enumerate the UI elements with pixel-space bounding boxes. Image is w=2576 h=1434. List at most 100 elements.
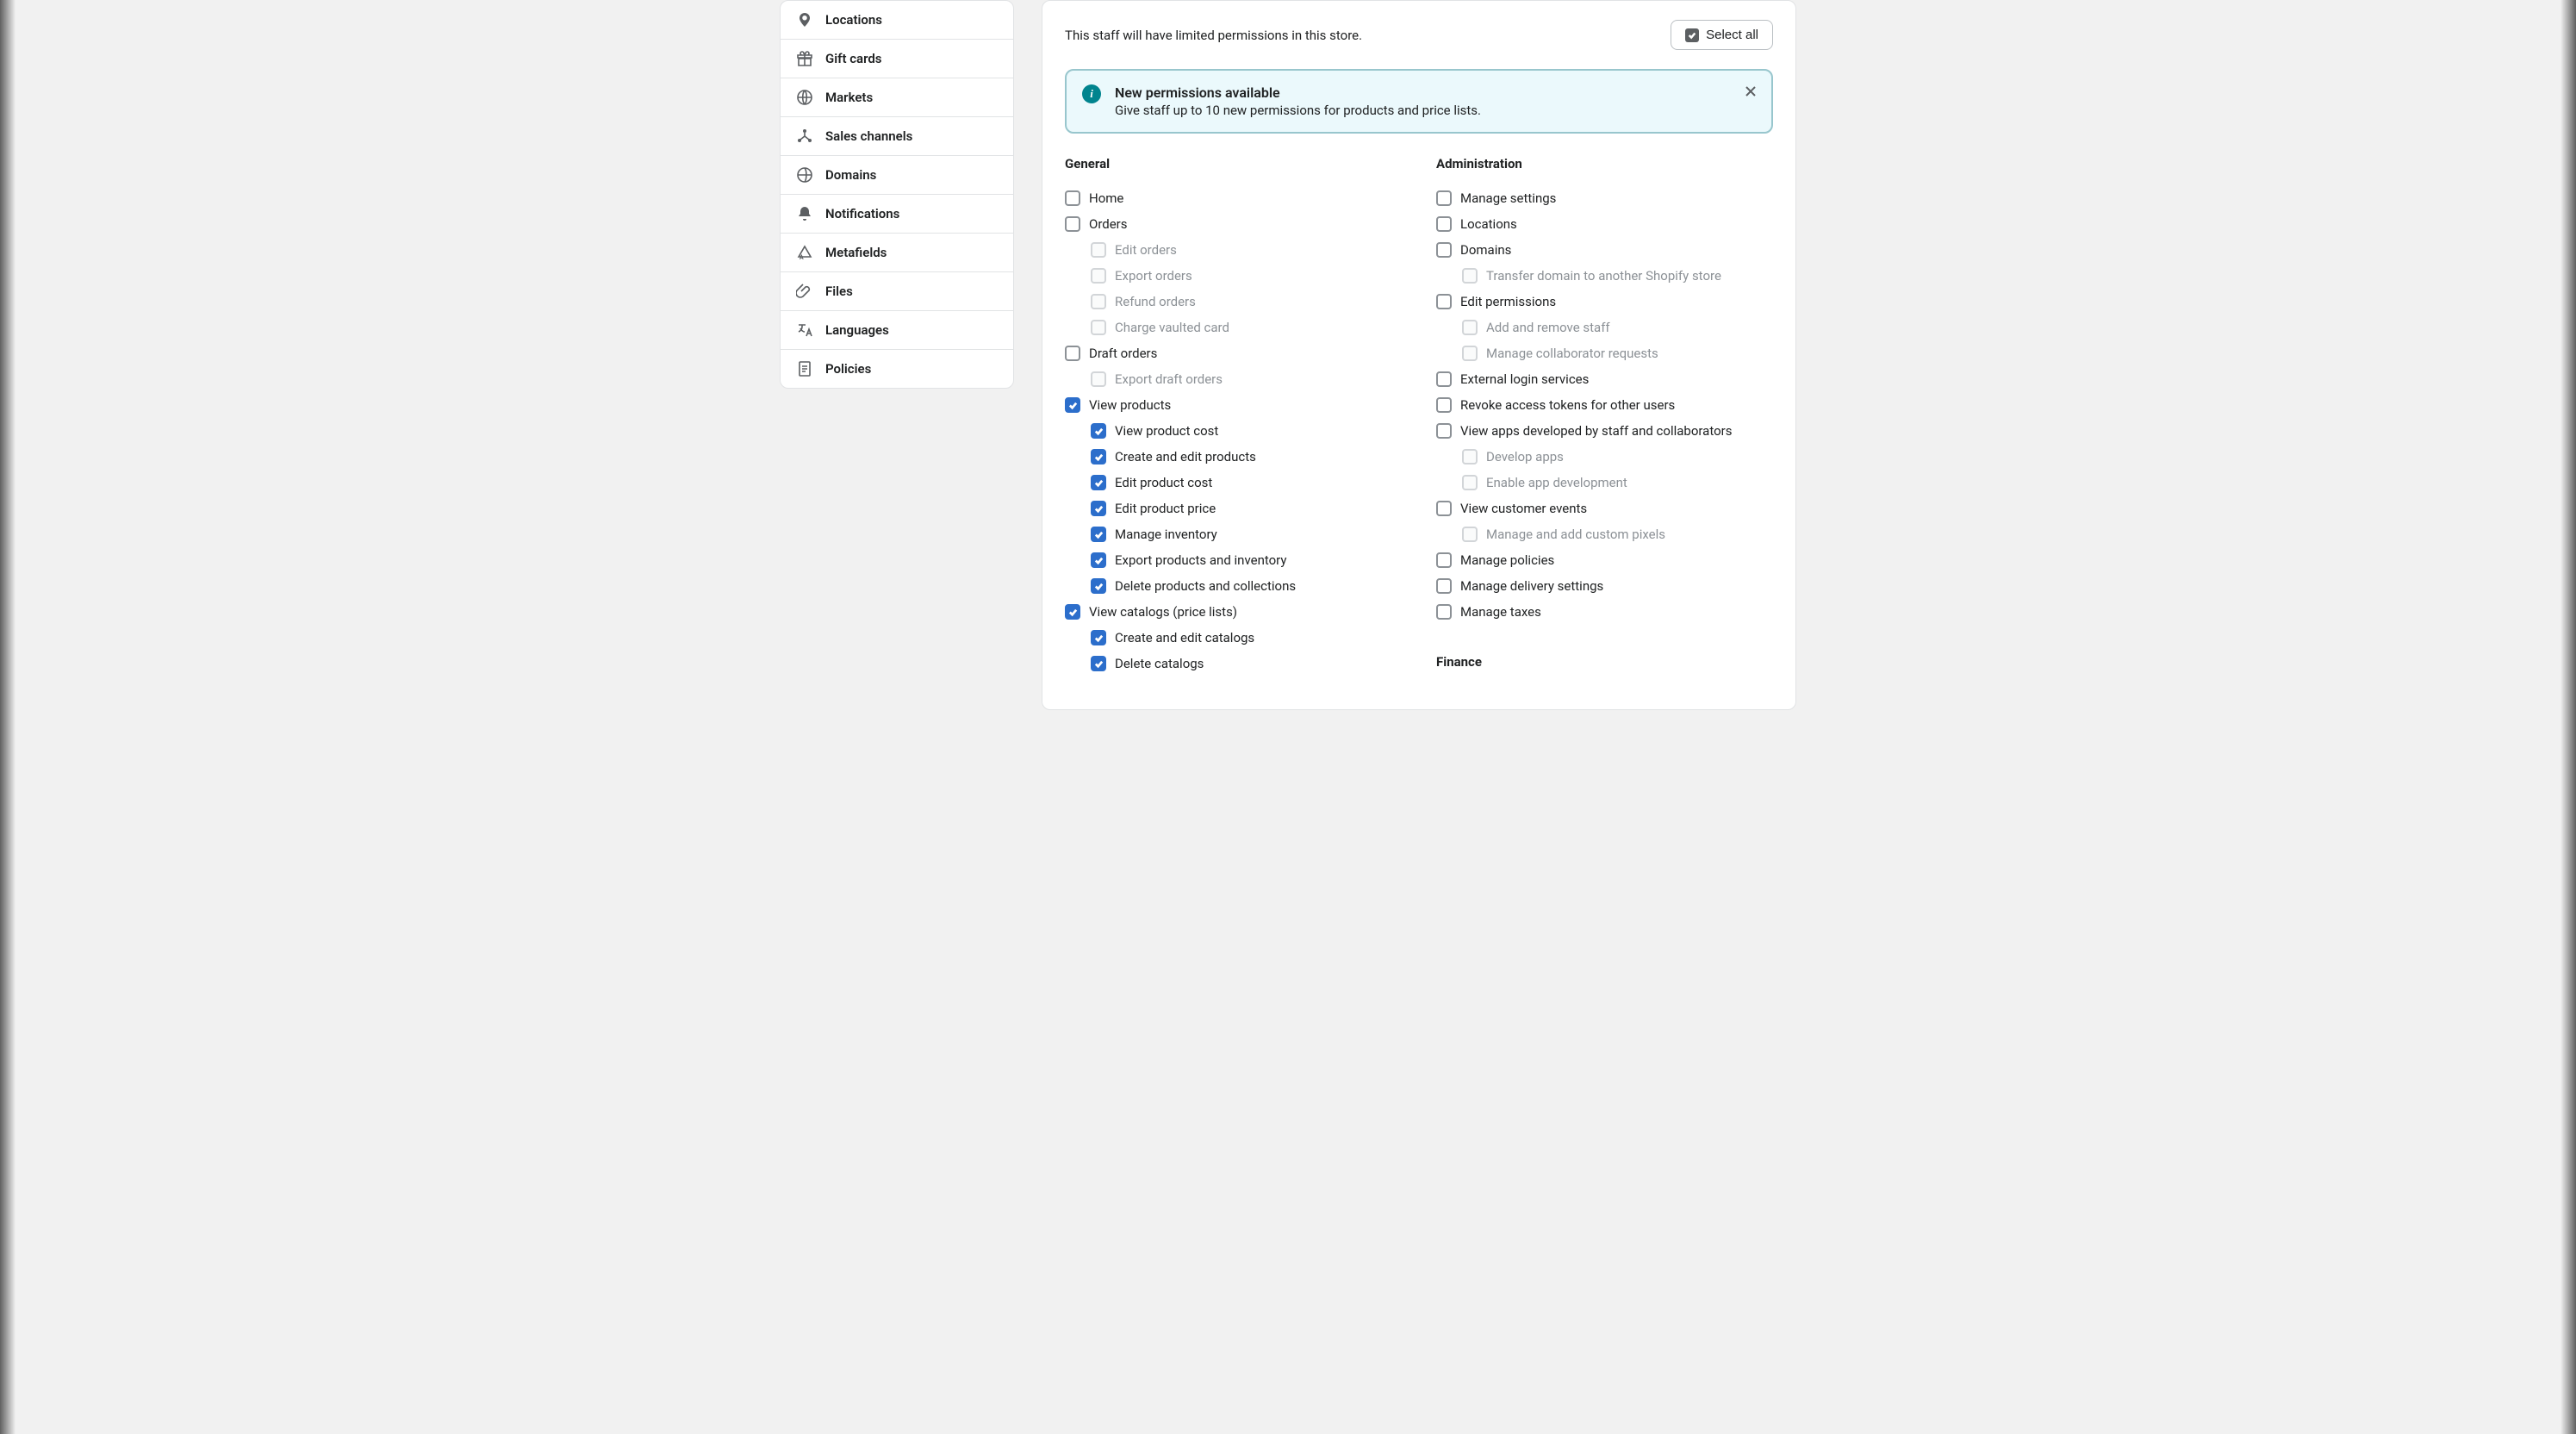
permission-row[interactable]: View apps developed by staff and collabo… — [1436, 418, 1773, 444]
checkbox[interactable] — [1436, 397, 1452, 413]
checkbox[interactable] — [1065, 216, 1080, 232]
permission-label: Manage inventory — [1115, 527, 1217, 542]
permission-row[interactable]: Domains — [1436, 237, 1773, 263]
permission-row[interactable]: Locations — [1436, 211, 1773, 237]
sidebar-item-label: Notifications — [825, 206, 899, 221]
permission-label: Create and edit catalogs — [1115, 630, 1254, 645]
checkbox[interactable] — [1091, 423, 1106, 439]
permission-label: Develop apps — [1486, 449, 1564, 464]
checkbox[interactable] — [1436, 578, 1452, 594]
permission-row[interactable]: Create and edit products — [1065, 444, 1402, 470]
checkbox[interactable] — [1091, 501, 1106, 516]
checkbox[interactable] — [1436, 371, 1452, 387]
permission-row[interactable]: Delete catalogs — [1065, 651, 1402, 676]
permission-row[interactable]: Edit product cost — [1065, 470, 1402, 496]
sidebar-item-policies[interactable]: Policies — [781, 350, 1013, 388]
domain-icon — [796, 166, 813, 184]
permission-row[interactable]: Export products and inventory — [1065, 547, 1402, 573]
sidebar-item-gift-cards[interactable]: Gift cards — [781, 40, 1013, 78]
checkbox — [1462, 346, 1478, 361]
checkbox[interactable] — [1091, 552, 1106, 568]
permission-row[interactable]: Create and edit catalogs — [1065, 625, 1402, 651]
permission-row[interactable]: View products — [1065, 392, 1402, 418]
sidebar-item-label: Markets — [825, 90, 873, 105]
permission-label: Create and edit products — [1115, 449, 1256, 464]
permission-row[interactable]: External login services — [1436, 366, 1773, 392]
sidebar-item-label: Gift cards — [825, 51, 882, 66]
permission-row[interactable]: Edit product price — [1065, 496, 1402, 521]
permission-row[interactable]: Manage delivery settings — [1436, 573, 1773, 599]
checkbox[interactable] — [1436, 604, 1452, 620]
sidebar-item-notifications[interactable]: Notifications — [781, 195, 1013, 234]
checkbox[interactable] — [1436, 294, 1452, 309]
permission-row[interactable]: Delete products and collections — [1065, 573, 1402, 599]
checkbox[interactable] — [1436, 423, 1452, 439]
checkbox[interactable] — [1065, 604, 1080, 620]
permission-row[interactable]: View customer events — [1436, 496, 1773, 521]
sidebar-item-label: Sales channels — [825, 128, 912, 144]
checkbox[interactable] — [1091, 475, 1106, 490]
sidebar-item-locations[interactable]: Locations — [781, 1, 1013, 40]
checkbox[interactable] — [1091, 630, 1106, 645]
checkbox[interactable] — [1065, 397, 1080, 413]
permission-label: Manage collaborator requests — [1486, 346, 1658, 361]
permission-label: Add and remove staff — [1486, 320, 1610, 335]
sidebar-item-label: Metafields — [825, 245, 887, 260]
permission-row[interactable]: View catalogs (price lists) — [1065, 599, 1402, 625]
checkbox[interactable] — [1436, 501, 1452, 516]
attachment-icon — [796, 283, 813, 300]
checkbox[interactable] — [1436, 242, 1452, 258]
permission-row: Manage and add custom pixels — [1436, 521, 1773, 547]
select-all-button[interactable]: Select all — [1671, 20, 1773, 50]
permission-row[interactable]: Edit permissions — [1436, 289, 1773, 315]
sidebar-item-metafields[interactable]: AMetafields — [781, 234, 1013, 272]
checkbox-filled-icon — [1685, 28, 1699, 42]
permission-label: View customer events — [1460, 501, 1587, 516]
sidebar-item-domains[interactable]: Domains — [781, 156, 1013, 195]
permission-label: Delete products and collections — [1115, 578, 1296, 594]
permission-label: Draft orders — [1089, 346, 1157, 361]
permission-row: Develop apps — [1436, 444, 1773, 470]
permission-label: Enable app development — [1486, 475, 1627, 490]
permission-label: Orders — [1089, 216, 1128, 232]
permission-row[interactable]: Draft orders — [1065, 340, 1402, 366]
permission-row: Export draft orders — [1065, 366, 1402, 392]
permission-label: External login services — [1460, 371, 1589, 387]
banner-close-button[interactable] — [1742, 83, 1759, 100]
checkbox[interactable] — [1065, 190, 1080, 206]
column-heading: Finance — [1436, 654, 1773, 670]
checkbox[interactable] — [1436, 190, 1452, 206]
permission-row[interactable]: Orders — [1065, 211, 1402, 237]
permission-label: Export draft orders — [1115, 371, 1223, 387]
checkbox — [1091, 320, 1106, 335]
checkbox[interactable] — [1091, 656, 1106, 671]
permission-row: Edit orders — [1065, 237, 1402, 263]
permission-label: Charge vaulted card — [1115, 320, 1229, 335]
permission-row[interactable]: Home — [1065, 185, 1402, 211]
permissions-card: This staff will have limited permissions… — [1042, 0, 1796, 710]
permission-row: Transfer domain to another Shopify store — [1436, 263, 1773, 289]
checkbox[interactable] — [1091, 449, 1106, 464]
checkbox[interactable] — [1436, 552, 1452, 568]
permission-row[interactable]: Revoke access tokens for other users — [1436, 392, 1773, 418]
checkbox[interactable] — [1091, 578, 1106, 594]
sidebar-item-languages[interactable]: Languages — [781, 311, 1013, 350]
sidebar-item-sales-channels[interactable]: Sales channels — [781, 117, 1013, 156]
permission-row[interactable]: Manage settings — [1436, 185, 1773, 211]
sidebar-item-files[interactable]: Files — [781, 272, 1013, 311]
permission-row[interactable]: Manage taxes — [1436, 599, 1773, 625]
sidebar-item-markets[interactable]: Markets — [781, 78, 1013, 117]
policy-icon — [796, 360, 813, 377]
select-all-label: Select all — [1706, 28, 1758, 42]
sidebar-item-label: Domains — [825, 167, 876, 183]
checkbox[interactable] — [1065, 346, 1080, 361]
bell-icon — [796, 205, 813, 222]
permission-row[interactable]: Manage inventory — [1065, 521, 1402, 547]
permission-row: Add and remove staff — [1436, 315, 1773, 340]
permission-row: Refund orders — [1065, 289, 1402, 315]
permission-row[interactable]: Manage policies — [1436, 547, 1773, 573]
checkbox[interactable] — [1436, 216, 1452, 232]
checkbox[interactable] — [1091, 527, 1106, 542]
permission-row[interactable]: View product cost — [1065, 418, 1402, 444]
channels-icon — [796, 128, 813, 145]
